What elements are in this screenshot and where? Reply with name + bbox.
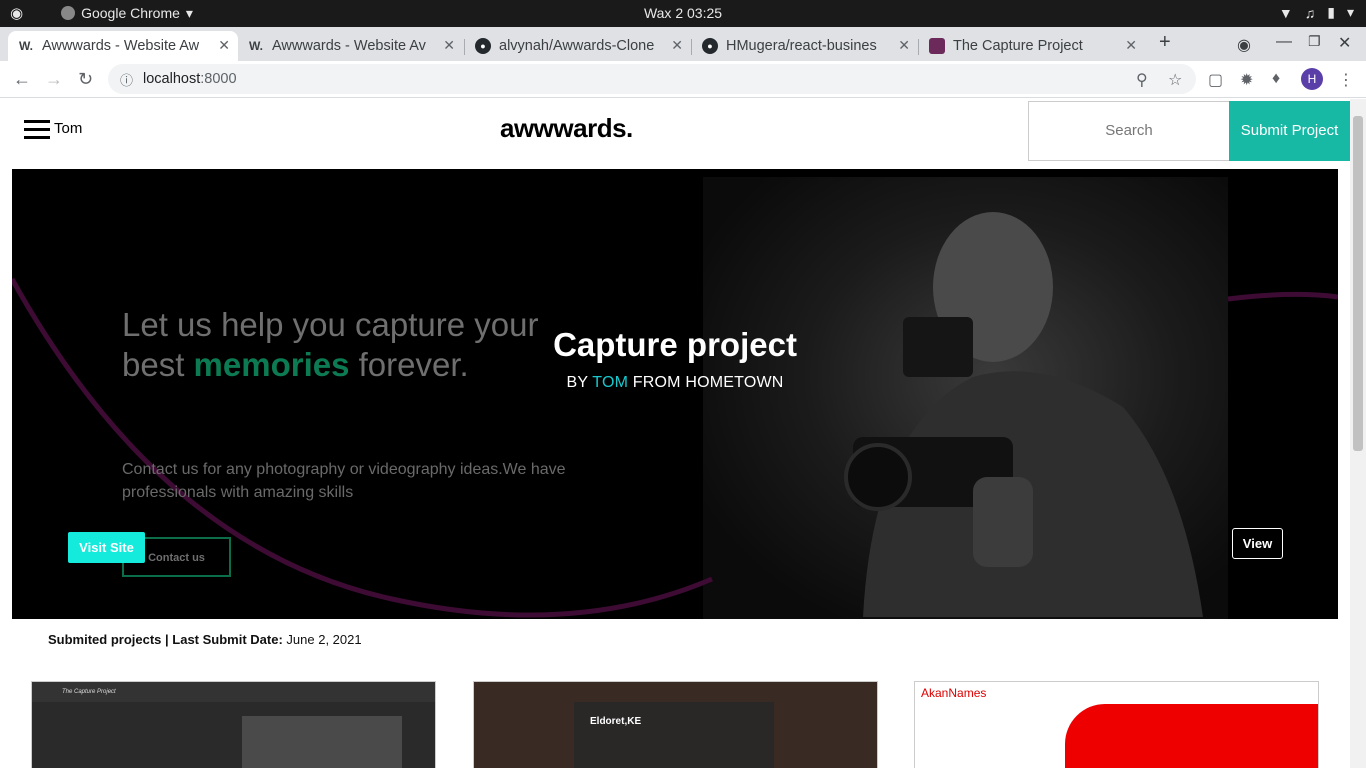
close-icon[interactable]: ✕: [671, 37, 683, 54]
battery-icon: ▮: [1327, 4, 1335, 20]
project-author[interactable]: TOM: [592, 374, 628, 391]
tab-title: HMugera/react-busines: [726, 38, 877, 54]
project-card[interactable]: Eldoret,KE: [473, 681, 878, 768]
tab-github-react[interactable]: ● HMugera/react-busines ✕: [692, 31, 918, 61]
close-icon[interactable]: ✕: [898, 37, 910, 54]
tab-capture-project[interactable]: The Capture Project ✕: [919, 31, 1145, 61]
activities-icon[interactable]: ◉: [10, 4, 23, 22]
card-nav: The Capture Project: [32, 682, 435, 702]
url-host: localhost: [143, 71, 201, 87]
browser-toolbar: ← → ↻ ⓘ localhost:8000 ⚲ ☆ ▢ ✹ ♦ ⋮: [0, 61, 1366, 98]
tab-title: Awwwards - Website Aw: [42, 38, 200, 54]
url-port: :8000: [200, 71, 237, 87]
card-logo: AkanNames: [921, 686, 987, 700]
project-card[interactable]: The Capture Project: [31, 681, 436, 768]
site-info-icon[interactable]: ⓘ: [120, 70, 133, 89]
extension-square-icon[interactable]: ▢: [1208, 70, 1223, 90]
page-scrollbar[interactable]: [1350, 99, 1366, 768]
forward-icon[interactable]: →: [45, 69, 63, 90]
restore-icon[interactable]: ❐: [1308, 33, 1321, 50]
chevron-down-icon: ▾: [1346, 4, 1354, 20]
scrollbar-thumb[interactable]: [1353, 116, 1363, 451]
app-name: Google Chrome: [81, 5, 180, 21]
visit-site-button[interactable]: Visit Site: [68, 532, 145, 563]
tab-github-awwards[interactable]: ● alvynah/Awwards-Clone ✕: [465, 31, 691, 61]
last-submit-date: June 2, 2021: [286, 632, 362, 647]
project-byline: BY TOM FROM HOMETOWN: [566, 374, 784, 391]
search-input[interactable]: Search: [1028, 101, 1230, 161]
page-icon: [929, 38, 945, 54]
back-icon[interactable]: ←: [13, 69, 31, 90]
submitted-projects-heading: Submited projects | Last Submit Date: Ju…: [48, 632, 362, 647]
app-menu[interactable]: Google Chrome ▾: [61, 5, 193, 22]
card-weather-panel: Eldoret,KE: [574, 702, 774, 768]
hero-project-preview: Let us help you capture your best memori…: [12, 169, 1338, 619]
tab-title: Awwwards - Website Av: [272, 38, 426, 54]
bookmark-star-icon[interactable]: ☆: [1168, 70, 1182, 90]
page-viewport: Tom awwwards. Search Submit Project Let …: [0, 99, 1350, 768]
card-red-panel: [1065, 704, 1318, 768]
username[interactable]: Tom: [54, 120, 82, 137]
extension-bug-icon[interactable]: ✹: [1240, 70, 1253, 90]
close-icon[interactable]: ✕: [218, 37, 230, 54]
clock[interactable]: Wax 2 03:25: [644, 5, 722, 21]
close-window-icon[interactable]: ✕: [1338, 33, 1351, 53]
new-tab-plus-icon[interactable]: +: [1159, 31, 1171, 54]
github-icon: ●: [702, 38, 718, 54]
system-tray[interactable]: ▼ ♫ ▮ ▾: [1279, 4, 1354, 21]
chrome-icon: [61, 6, 76, 20]
tab-awwwards-1[interactable]: W. Awwwards - Website Aw ✕: [8, 31, 238, 61]
volume-icon: ♫: [1304, 4, 1316, 21]
tab-awwwards-2[interactable]: W. Awwwards - Website Av ✕: [238, 31, 463, 61]
hamburger-menu-icon[interactable]: [24, 120, 50, 144]
tab-title: The Capture Project: [953, 38, 1083, 54]
minimize-icon[interactable]: —: [1276, 33, 1292, 51]
project-card[interactable]: AkanNames: [914, 681, 1319, 768]
github-icon: ●: [475, 38, 491, 54]
reload-icon[interactable]: ↻: [78, 69, 93, 90]
zoom-icon[interactable]: ⚲: [1136, 70, 1148, 90]
tab-title: alvynah/Awwards-Clone: [499, 38, 655, 54]
extensions-puzzle-icon[interactable]: ♦: [1272, 70, 1280, 88]
awwwards-favicon-icon: W.: [19, 39, 33, 53]
os-top-bar: ◉ Google Chrome ▾ Wax 2 03:25 ▼ ♫ ▮ ▾: [0, 0, 1366, 27]
awwwards-favicon-icon: W.: [249, 39, 263, 53]
project-title: Capture project: [553, 326, 797, 363]
tab-search-icon[interactable]: ◉: [1237, 35, 1251, 55]
hero-paragraph: Contact us for any photography or videog…: [122, 461, 566, 501]
view-project-button[interactable]: View: [1232, 528, 1283, 559]
chevron-down-icon: ▾: [185, 4, 193, 21]
profile-avatar[interactable]: H: [1301, 68, 1323, 90]
submit-project-button[interactable]: Submit Project: [1229, 101, 1350, 161]
tab-strip: W. Awwwards - Website Aw ✕ W. Awwwards -…: [0, 27, 1366, 61]
wifi-icon: ▼: [1278, 4, 1293, 21]
close-icon[interactable]: ✕: [1125, 37, 1137, 54]
menu-kebab-icon[interactable]: ⋮: [1338, 70, 1354, 90]
close-icon[interactable]: ✕: [443, 37, 455, 54]
card-photo: [242, 716, 402, 768]
site-logo[interactable]: awwwards.: [500, 113, 633, 144]
address-bar[interactable]: ⓘ localhost:8000: [108, 64, 1196, 94]
